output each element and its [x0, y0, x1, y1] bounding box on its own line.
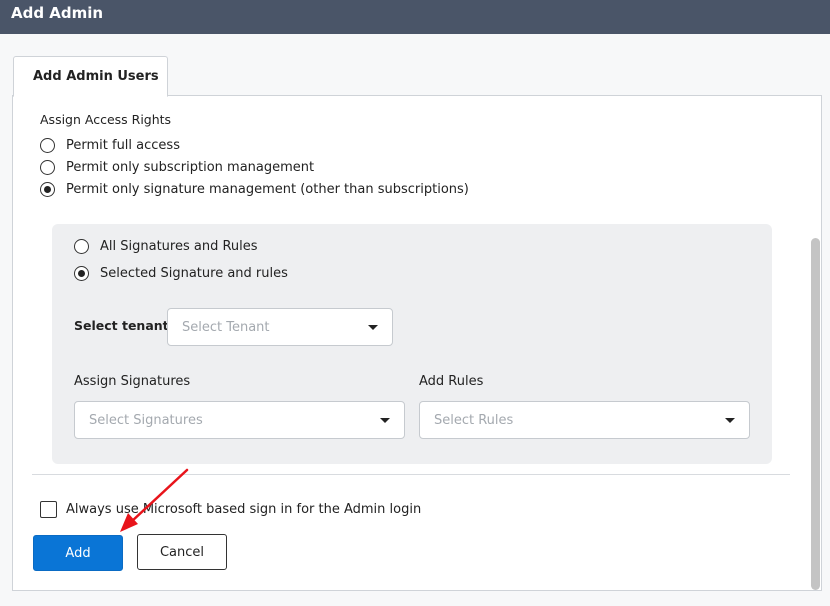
divider: [32, 474, 790, 475]
chevron-down-icon: [380, 418, 390, 423]
radio-checked-icon[interactable]: [74, 266, 89, 281]
cancel-button[interactable]: Cancel: [137, 534, 227, 570]
checkbox-icon[interactable]: [40, 501, 57, 518]
signatures-select[interactable]: Select Signatures: [74, 401, 405, 439]
add-rules-label: Add Rules: [419, 374, 484, 389]
chevron-down-icon: [368, 325, 378, 330]
microsoft-signin-label: Always use Microsoft based sign in for t…: [66, 502, 422, 517]
tenant-placeholder: Select Tenant: [182, 319, 270, 335]
radio-label: Permit only signature management (other …: [66, 182, 469, 197]
assign-signatures-label: Assign Signatures: [74, 374, 191, 389]
radio-permit-full-access[interactable]: Permit full access: [40, 138, 180, 153]
radio-label: Selected Signature and rules: [100, 266, 288, 281]
access-rights-heading: Assign Access Rights: [40, 112, 172, 127]
rules-select[interactable]: Select Rules: [419, 401, 750, 439]
radio-label: Permit full access: [66, 138, 180, 153]
window-titlebar: Add Admin: [0, 0, 830, 34]
scrollbar-thumb[interactable]: [811, 238, 820, 590]
radio-unchecked-icon[interactable]: [74, 239, 89, 254]
radio-checked-icon[interactable]: [40, 182, 55, 197]
radio-permit-subscription-management[interactable]: Permit only subscription management: [40, 160, 314, 175]
tenant-select[interactable]: Select Tenant: [167, 308, 393, 346]
radio-unchecked-icon[interactable]: [40, 160, 55, 175]
radio-unchecked-icon[interactable]: [40, 138, 55, 153]
radio-selected-signature-rules[interactable]: Selected Signature and rules: [74, 266, 288, 281]
microsoft-signin-option[interactable]: Always use Microsoft based sign in for t…: [40, 501, 421, 518]
tenant-label: Select tenant: [74, 318, 169, 333]
tab-add-admin-users[interactable]: Add Admin Users: [13, 56, 168, 97]
signatures-placeholder: Select Signatures: [89, 412, 203, 428]
radio-label: Permit only subscription management: [66, 160, 315, 175]
tab-label: Add Admin Users: [33, 69, 159, 84]
window-title: Add Admin: [11, 4, 104, 22]
add-button[interactable]: Add: [33, 535, 123, 571]
radio-all-signatures-rules[interactable]: All Signatures and Rules: [74, 239, 258, 254]
chevron-down-icon: [725, 418, 735, 423]
radio-label: All Signatures and Rules: [100, 239, 258, 254]
radio-permit-signature-management[interactable]: Permit only signature management (other …: [40, 182, 469, 197]
rules-placeholder: Select Rules: [434, 412, 514, 428]
